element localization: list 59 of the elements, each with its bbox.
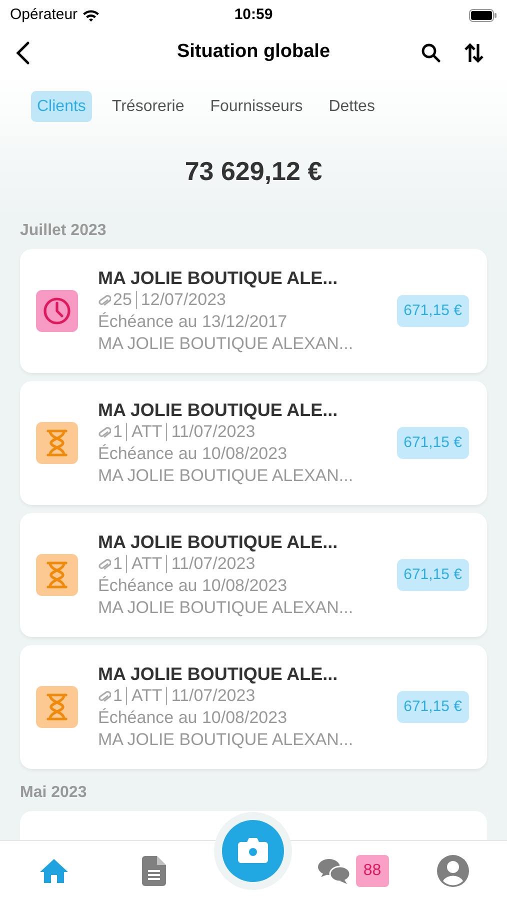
amount-badge: 671,15 € — [396, 427, 469, 459]
status-code: ATT — [131, 685, 162, 707]
tab[interactable]: Fournisseurs — [204, 91, 309, 122]
amount-badge: 671,15 € — [396, 295, 469, 327]
attachment-count: 25 — [113, 289, 132, 311]
invoice-card[interactable]: MA JOLIE BOUTIQUE ALE... 1 ATT 11/07/2023 Échéance au 10/08/2023 MA JOLIE BOUTIQUE ALEXAN... 671,15 € — [20, 513, 487, 637]
amount-badge: 671,15 € — [396, 691, 469, 723]
amount-badge: 671,15 € — [396, 559, 469, 591]
attachment-count: 1 — [113, 685, 122, 707]
documents-tab[interactable] — [142, 856, 166, 886]
clock-icon — [36, 290, 78, 332]
due-date: Échéance au 10/08/2023 — [98, 707, 288, 729]
battery-icon — [469, 8, 497, 22]
invoice-card[interactable]: MA JOLIE BOUTIQUE ALE... 1 ATT 11/07/2023 Échéance au 10/08/2023 MA JOLIE BOUTIQUE ALEXAN... 671,15 € — [20, 645, 487, 769]
camera-icon — [237, 837, 270, 864]
invoice-card[interactable]: MA JOLIE BOUTIQUE ALE... 1 ATT 11/07/2023 Échéance au 10/08/2023 MA JOLIE BOUTIQUE ALEXAN... 671,15 € — [20, 381, 487, 505]
profile-tab[interactable] — [437, 854, 470, 886]
paperclip-icon — [98, 688, 111, 704]
tab[interactable]: Trésorerie — [106, 91, 190, 122]
camera-button[interactable] — [222, 820, 284, 882]
due-date: Échéance au 10/08/2023 — [98, 443, 288, 465]
invoice-date: 11/07/2023 — [171, 553, 256, 575]
due-date: Échéance au 10/08/2023 — [98, 575, 288, 597]
invoice-card[interactable]: MA JOLIE BOUTIQUE ALE... 25 12/07/2023 Échéance au 13/12/2017 MA JOLIE BOUTIQUE ALEXAN... 671,15 € — [20, 249, 487, 373]
client-name: MA JOLIE BOUTIQUE ALE... — [98, 531, 339, 553]
client-subtitle: MA JOLIE BOUTIQUE ALEXAN... — [98, 729, 354, 751]
attachment-count: 1 — [113, 421, 122, 443]
home-tab[interactable] — [38, 856, 69, 884]
hourglass-icon — [36, 686, 78, 728]
paperclip-icon — [98, 424, 111, 440]
paperclip-icon — [98, 292, 111, 308]
paperclip-icon — [98, 556, 111, 572]
invoice-date: 12/07/2023 — [140, 289, 226, 311]
tab[interactable]: Dettes — [322, 91, 381, 122]
hourglass-icon — [36, 422, 78, 464]
client-subtitle: MA JOLIE BOUTIQUE ALEXAN... — [98, 597, 354, 619]
status-code: ATT — [131, 553, 162, 575]
invoice-date: 11/07/2023 — [171, 685, 256, 707]
client-name: MA JOLIE BOUTIQUE ALE... — [98, 399, 339, 421]
clock-time: 10:59 — [234, 4, 273, 25]
due-date: Échéance au 13/12/2017 — [98, 311, 288, 333]
attachment-count: 1 — [113, 553, 122, 575]
client-name: MA JOLIE BOUTIQUE ALE... — [98, 267, 339, 289]
section-header: Juillet 2023 — [20, 221, 108, 241]
invoice-date: 11/07/2023 — [171, 421, 256, 443]
page-title: Situation globale — [176, 40, 330, 64]
sort-button[interactable] — [463, 42, 485, 64]
carrier-label: Opérateur — [10, 4, 78, 25]
client-subtitle: MA JOLIE BOUTIQUE ALEXAN... — [98, 465, 354, 487]
total-amount: 73 629,12 € — [184, 156, 322, 186]
client-subtitle: MA JOLIE BOUTIQUE ALEXAN... — [98, 333, 354, 355]
section-header: Mai 2023 — [20, 783, 88, 803]
search-button[interactable] — [421, 42, 441, 62]
client-name: MA JOLIE BOUTIQUE ALE... — [98, 663, 339, 685]
hourglass-icon — [36, 554, 78, 596]
messages-tab[interactable] — [318, 856, 350, 884]
unread-badge: 88 — [356, 854, 389, 886]
wifi-icon — [82, 8, 100, 22]
status-code: ATT — [131, 421, 162, 443]
